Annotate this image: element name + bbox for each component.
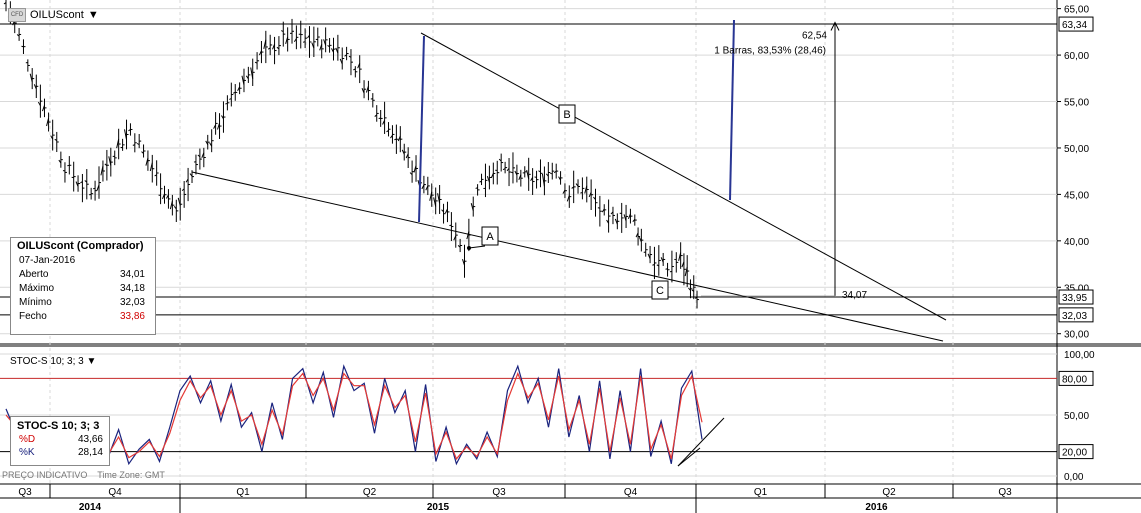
price-bar-open	[67, 164, 70, 167]
price-bar-open	[302, 41, 306, 43]
price-bar-open	[21, 45, 24, 48]
y-tick-label: 0,00	[1064, 472, 1084, 483]
ohlc-label: Mínimo	[19, 297, 52, 308]
indicator-d-label: %D	[19, 434, 36, 445]
chart-background	[0, 0, 1141, 513]
indicator-selector[interactable]: STOC-S 10; 3; 3 ▼	[10, 356, 96, 367]
indicator-row-d: %D 43,66	[11, 432, 109, 445]
x-quarter-label: Q1	[754, 487, 768, 498]
y-tick-label: 60,00	[1064, 51, 1089, 62]
ohlc-value: 32,03	[119, 297, 145, 308]
price-bar-open	[132, 144, 135, 146]
x-quarter-label: Q1	[236, 487, 250, 498]
y-tick-label: 55,00	[1064, 98, 1089, 109]
price-bar-open	[534, 176, 537, 178]
ohlc-label: Aberto	[19, 269, 49, 280]
price-bar-open	[550, 172, 553, 175]
ohlc-info-box: OILUScont (Comprador) 07-Jan-2016 Aberto…	[10, 237, 156, 335]
measure-start-label: 34,07	[842, 290, 867, 301]
ohlc-row-low: Mínimo 32,03	[11, 294, 155, 308]
point-label: C	[656, 285, 664, 297]
y-tick-label: 30,00	[1064, 330, 1089, 341]
symbol-name: OILUScont	[30, 9, 84, 21]
y-tick-label: 45,00	[1064, 190, 1089, 201]
ohlc-value: 34,18	[119, 283, 145, 294]
timezone-note: Time Zone: GMT	[97, 470, 165, 480]
indicator-row-k: %K 28,14	[11, 445, 109, 458]
x-quarter-label: Q2	[363, 487, 377, 498]
price-note: PREÇO INDICATIVO	[2, 470, 88, 480]
ohlc-title: OILUScont (Comprador)	[17, 240, 144, 252]
price-bar-open	[92, 187, 96, 190]
chart-canvas: 34,07 62,54 1 Barras, 83,53% (28,46) A B C 30…	[0, 0, 1141, 513]
price-bar-open	[652, 264, 655, 266]
ohlc-value: 33,86	[119, 311, 145, 322]
y-tick-label: 40,00	[1064, 237, 1089, 248]
indicator-info-box: STOC-S 10; 3; 3 %D 43,66 %K 28,14	[10, 416, 110, 466]
indicator-k-label: %K	[19, 447, 35, 458]
x-quarter-label: Q2	[882, 487, 896, 498]
price-label: 32,03	[1062, 311, 1087, 322]
cfd-badge-icon: CFD	[8, 8, 26, 22]
stoch-level-label: 20,00	[1062, 448, 1087, 459]
point-label: A	[486, 231, 494, 243]
point-label: B	[563, 109, 570, 121]
x-year-label: 2016	[865, 502, 888, 513]
price-bar-open	[475, 187, 478, 189]
x-quarter-label: Q3	[998, 487, 1012, 498]
stoch-level-label: 80,00	[1062, 374, 1087, 385]
price-bar-open	[580, 192, 583, 194]
chevron-down-icon: ▼	[87, 9, 99, 21]
x-quarter-label: Q4	[624, 487, 638, 498]
x-year-label: 2015	[427, 502, 450, 513]
y-tick-label: 65,00	[1064, 5, 1089, 16]
measure-info-label: 1 Barras, 83,53% (28,46)	[714, 45, 826, 56]
x-year-label: 2014	[79, 502, 102, 513]
x-quarter-label: Q3	[492, 487, 506, 498]
ohlc-date: 07-Jan-2016	[19, 255, 76, 266]
symbol-selector[interactable]: CFD OILUScont ▼	[8, 8, 99, 22]
ohlc-label: Máximo	[19, 283, 55, 294]
y-tick-label: 100,00	[1064, 350, 1095, 361]
indicator-d-value: 43,66	[77, 434, 103, 445]
ohlc-row-open: Aberto 34,01	[11, 266, 155, 280]
ohlc-row-high: Máximo 34,18	[11, 280, 155, 294]
indicator-k-value: 28,14	[77, 447, 103, 458]
ohlc-row-close: Fecho 33,86	[11, 308, 155, 322]
price-bar-open	[694, 297, 698, 299]
footer-note: PREÇO INDICATIVO Time Zone: GMT	[2, 470, 165, 480]
price-bar-open	[225, 102, 228, 105]
chevron-down-icon: ▼	[86, 356, 97, 367]
x-quarter-label: Q3	[18, 487, 32, 498]
price-label: 33,95	[1062, 293, 1087, 304]
y-tick-label: 50,00	[1064, 144, 1089, 155]
measure-end-label: 62,54	[802, 30, 827, 41]
ohlc-value: 34,01	[119, 269, 145, 280]
price-label: 63,34	[1062, 20, 1087, 31]
ohlc-label: Fecho	[19, 311, 47, 322]
y-tick-label: 50,00	[1064, 411, 1089, 422]
indicator-label: STOC-S 10; 3; 3	[10, 356, 84, 367]
indicator-box-title: STOC-S 10; 3; 3	[17, 420, 100, 432]
x-quarter-label: Q4	[108, 487, 122, 498]
